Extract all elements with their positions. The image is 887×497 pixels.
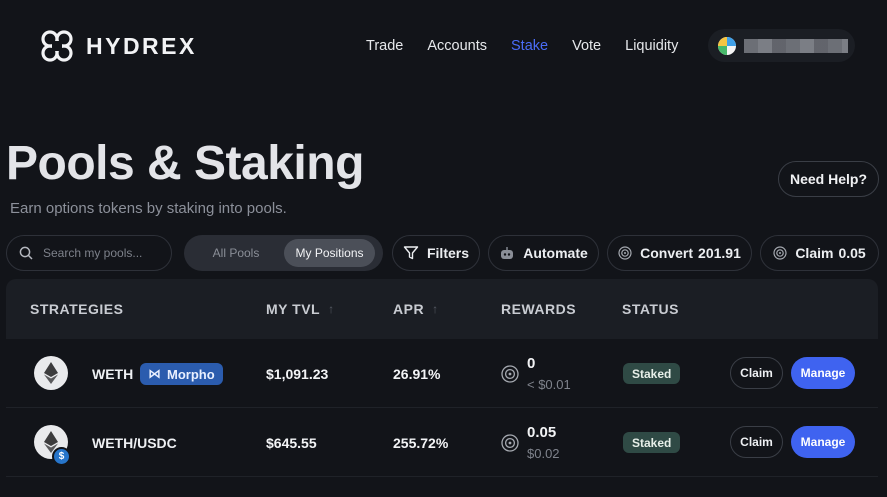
col-my-tvl[interactable]: MY TVL ↑ — [266, 301, 335, 317]
tvl-value: $645.55 — [266, 435, 317, 451]
nav-stake[interactable]: Stake — [511, 38, 548, 54]
hydrex-logo-icon — [41, 30, 73, 62]
robot-icon — [501, 247, 514, 259]
target-icon — [618, 246, 632, 260]
pool-view-toggle: All Pools My Positions — [184, 235, 383, 271]
wallet-button[interactable] — [708, 29, 855, 62]
page-title: Pools & Staking — [6, 137, 364, 190]
apr-value: 255.72% — [393, 435, 449, 451]
search-icon — [19, 246, 33, 260]
convert-value: 201.91 — [698, 245, 741, 261]
target-icon — [501, 365, 519, 383]
manage-button[interactable]: Manage — [791, 426, 855, 458]
pool-name: WETH/USDC — [92, 435, 177, 451]
claim-all-button[interactable]: Claim 0.05 — [760, 235, 879, 271]
filters-label: Filters — [426, 245, 469, 261]
nav-accounts[interactable]: Accounts — [427, 38, 487, 54]
need-help-button[interactable]: Need Help? — [778, 161, 879, 197]
tab-all-pools[interactable]: All Pools — [188, 239, 284, 267]
target-icon — [501, 434, 519, 452]
target-icon — [773, 246, 787, 260]
apr-value: 26.91% — [393, 366, 441, 382]
nav-liquidity[interactable]: Liquidity — [625, 38, 678, 54]
tvl-value: $1,091.23 — [266, 366, 329, 382]
reward-amount: 0 — [527, 355, 536, 372]
brand-name: HYDREX — [86, 32, 197, 59]
pools-table: STRATEGIES MY TVL ↑ APR ↑ REWARDS STATUS W… — [6, 279, 878, 477]
claim-all-value: 0.05 — [838, 245, 866, 261]
tab-my-positions[interactable]: My Positions — [284, 239, 375, 267]
manage-button[interactable]: Manage — [791, 357, 855, 389]
reward-usd: $0.02 — [527, 446, 560, 461]
search-input[interactable] — [43, 246, 153, 260]
claim-all-label: Claim — [795, 245, 834, 261]
pool-name: WETH — [92, 366, 134, 382]
table-row: $ WETH/USDC $645.55 255.72% 0.05 $0.02 S… — [6, 408, 878, 477]
nav-trade[interactable]: Trade — [366, 38, 403, 54]
automate-label: Automate — [523, 245, 588, 261]
reward-amount: 0.05 — [527, 424, 557, 441]
morpho-icon: ⋈ — [148, 366, 161, 381]
col-strategies: STRATEGIES — [30, 301, 124, 317]
filters-button[interactable]: Filters — [392, 235, 480, 271]
convert-button[interactable]: Convert 201.91 — [607, 235, 752, 271]
brand-logo[interactable]: HYDREX — [38, 27, 197, 65]
reward-usd: < $0.01 — [527, 377, 571, 392]
claim-button[interactable]: Claim — [730, 357, 783, 389]
status-badge: Staked — [623, 432, 681, 453]
col-status: STATUS — [622, 301, 679, 317]
automate-button[interactable]: Automate — [488, 235, 599, 271]
search-box[interactable] — [6, 235, 172, 271]
morpho-tag: ⋈ Morpho — [140, 363, 223, 385]
page-subtitle: Earn options tokens by staking into pool… — [10, 200, 287, 217]
claim-button[interactable]: Claim — [730, 426, 783, 458]
table-row: WETH ⋈ Morpho $1,091.23 26.91% 0 < $0.01… — [6, 339, 878, 408]
col-apr[interactable]: APR ↑ — [393, 301, 439, 317]
table-header: STRATEGIES MY TVL ↑ APR ↑ REWARDS STATUS — [6, 279, 878, 339]
sort-arrow-icon: ↑ — [328, 302, 335, 316]
wallet-address-redacted — [744, 38, 848, 53]
col-rewards: REWARDS — [501, 301, 577, 317]
status-badge: Staked — [623, 363, 681, 384]
convert-label: Convert — [640, 245, 694, 261]
filter-icon — [403, 246, 419, 260]
wallet-avatar-icon — [718, 36, 736, 55]
nav-vote[interactable]: Vote — [572, 38, 601, 54]
eth-icon — [34, 356, 68, 390]
sort-arrow-icon: ↑ — [432, 302, 439, 316]
usdc-icon: $ — [52, 447, 71, 466]
main-nav: Trade Accounts Stake Vote Liquidity — [366, 38, 702, 54]
